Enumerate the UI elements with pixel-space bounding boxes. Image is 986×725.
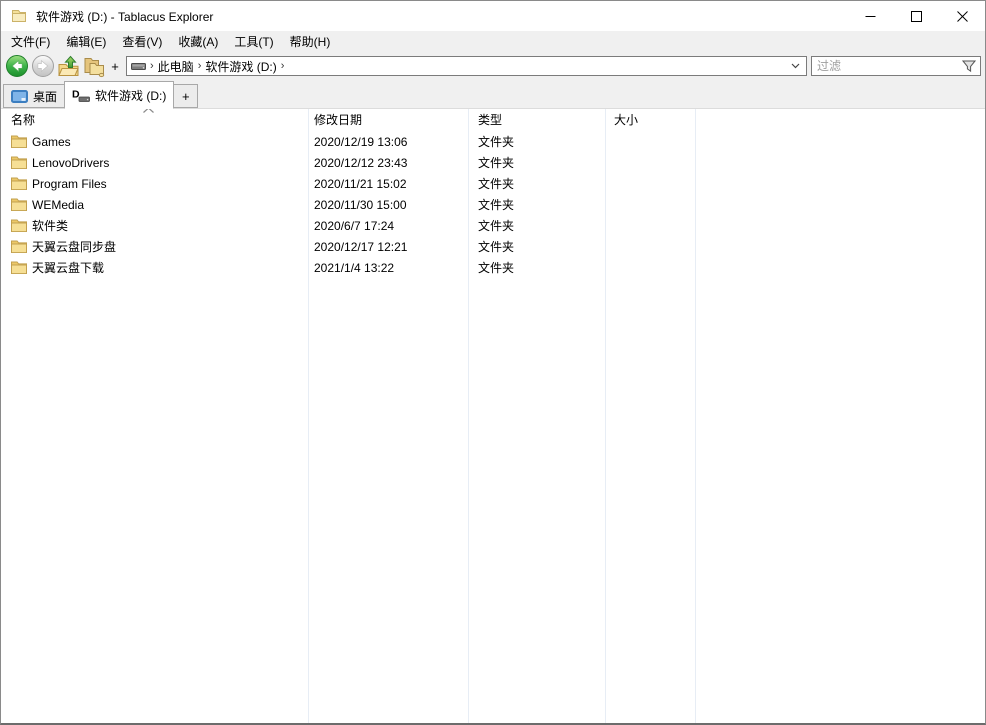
tab-drive-d[interactable]: D 软件游戏 (D:) xyxy=(64,81,174,109)
drive-icon xyxy=(131,60,146,72)
file-name: Games xyxy=(32,135,71,149)
window-title: 软件游戏 (D:) - Tablacus Explorer xyxy=(36,8,213,25)
column-header-type[interactable]: 类型 xyxy=(468,109,605,131)
table-row[interactable]: 天翼云盘同步盘 2020/12/17 12:21 文件夹 xyxy=(1,236,985,257)
name-cell: 天翼云盘下载 xyxy=(1,259,308,276)
window-controls xyxy=(847,1,985,31)
table-row[interactable]: Program Files 2020/11/21 15:02 文件夹 xyxy=(1,173,985,194)
type-cell: 文件夹 xyxy=(468,196,605,213)
name-cell: WEMedia xyxy=(1,198,308,212)
new-tab-button[interactable]: + xyxy=(173,84,198,108)
address-bar[interactable]: › 此电脑 › 软件游戏 (D:) › xyxy=(126,56,807,76)
table-row[interactable]: WEMedia 2020/11/30 15:00 文件夹 xyxy=(1,194,985,215)
folder-icon xyxy=(11,156,27,169)
column-header-modified[interactable]: 修改日期 xyxy=(308,109,468,131)
table-row[interactable]: Games 2020/12/19 13:06 文件夹 xyxy=(1,131,985,152)
minimize-button[interactable] xyxy=(847,1,893,31)
tab-desktop[interactable]: 桌面 xyxy=(3,84,65,108)
folder-pair-icon xyxy=(82,55,106,78)
back-icon xyxy=(5,54,29,78)
up-folder-button[interactable] xyxy=(57,55,80,78)
forward-button[interactable] xyxy=(31,54,55,78)
file-name: WEMedia xyxy=(32,198,84,212)
file-name: 软件类 xyxy=(32,217,68,234)
folders-button[interactable] xyxy=(82,55,106,78)
file-rows: Games 2020/12/19 13:06 文件夹 LenovoDrivers… xyxy=(1,131,985,278)
folder-icon xyxy=(11,261,27,274)
file-name: 天翼云盘下载 xyxy=(32,259,104,276)
menu-help[interactable]: 帮助(H) xyxy=(282,31,339,53)
type-cell: 文件夹 xyxy=(468,175,605,192)
menu-tools[interactable]: 工具(T) xyxy=(226,31,281,53)
folder-icon xyxy=(11,135,27,148)
menu-favorites[interactable]: 收藏(A) xyxy=(170,31,226,53)
tab-label: 桌面 xyxy=(33,88,57,105)
modified-cell: 2020/6/7 17:24 xyxy=(308,219,468,233)
close-button[interactable] xyxy=(939,1,985,31)
desktop-icon xyxy=(11,90,28,103)
forward-icon xyxy=(31,54,55,78)
drive-d-icon: D xyxy=(72,88,90,102)
filter-box xyxy=(811,56,981,76)
folder-icon xyxy=(11,177,27,190)
close-icon xyxy=(957,11,968,22)
type-cell: 文件夹 xyxy=(468,133,605,150)
breadcrumb-this-pc[interactable]: 此电脑 xyxy=(158,58,194,75)
file-name: 天翼云盘同步盘 xyxy=(32,238,116,255)
title-bar: 软件游戏 (D:) - Tablacus Explorer xyxy=(1,1,985,31)
type-cell: 文件夹 xyxy=(468,154,605,171)
sort-ascending-indicator xyxy=(142,109,155,114)
tab-bar: 桌面 D 软件游戏 (D:) + xyxy=(1,79,985,109)
name-cell: LenovoDrivers xyxy=(1,156,308,170)
app-window: 软件游戏 (D:) - Tablacus Explorer 文件(F) 编辑(E… xyxy=(0,0,986,725)
file-name: LenovoDrivers xyxy=(32,156,109,170)
modified-cell: 2020/11/21 15:02 xyxy=(308,177,468,191)
folder-icon xyxy=(11,198,27,211)
toolbar: + › 此电脑 › 软件游戏 (D:) › xyxy=(1,53,985,79)
modified-cell: 2021/1/4 13:22 xyxy=(308,261,468,275)
filter-funnel-icon[interactable] xyxy=(962,60,976,73)
breadcrumb-separator: › xyxy=(197,60,203,72)
type-cell: 文件夹 xyxy=(468,217,605,234)
maximize-icon xyxy=(911,11,922,22)
table-row[interactable]: 软件类 2020/6/7 17:24 文件夹 xyxy=(1,215,985,236)
minimize-icon xyxy=(865,11,876,22)
menu-edit[interactable]: 编辑(E) xyxy=(58,31,114,53)
file-name: Program Files xyxy=(32,177,107,191)
back-button[interactable] xyxy=(5,54,29,78)
toolbar-add-button[interactable]: + xyxy=(108,59,122,74)
breadcrumb-drive-d[interactable]: 软件游戏 (D:) xyxy=(205,58,276,75)
list-header: 名称 修改日期 类型 大小 xyxy=(1,109,985,131)
menu-file[interactable]: 文件(F) xyxy=(3,31,58,53)
breadcrumb-separator: › xyxy=(280,60,286,72)
type-cell: 文件夹 xyxy=(468,238,605,255)
name-cell: Games xyxy=(1,135,308,149)
table-row[interactable]: 天翼云盘下载 2021/1/4 13:22 文件夹 xyxy=(1,257,985,278)
folder-icon xyxy=(11,240,27,253)
name-cell: 天翼云盘同步盘 xyxy=(1,238,308,255)
menu-view[interactable]: 查看(V) xyxy=(114,31,170,53)
column-header-size[interactable]: 大小 xyxy=(605,109,695,131)
name-cell: 软件类 xyxy=(1,217,308,234)
breadcrumb-separator: › xyxy=(149,60,155,72)
folder-up-icon xyxy=(57,55,80,78)
modified-cell: 2020/12/19 13:06 xyxy=(308,135,468,149)
address-dropdown-button[interactable] xyxy=(791,63,802,69)
menu-bar: 文件(F) 编辑(E) 查看(V) 收藏(A) 工具(T) 帮助(H) xyxy=(1,31,985,53)
modified-cell: 2020/11/30 15:00 xyxy=(308,198,468,212)
maximize-button[interactable] xyxy=(893,1,939,31)
table-row[interactable]: LenovoDrivers 2020/12/12 23:43 文件夹 xyxy=(1,152,985,173)
folder-icon xyxy=(11,219,27,232)
tab-label: 软件游戏 (D:) xyxy=(95,87,166,104)
modified-cell: 2020/12/17 12:21 xyxy=(308,240,468,254)
name-cell: Program Files xyxy=(1,177,308,191)
file-list-panel: 名称 修改日期 类型 大小 Games 2020/12/19 13:06 文件夹… xyxy=(1,109,985,723)
filter-input[interactable] xyxy=(812,57,980,75)
chevron-down-icon xyxy=(791,63,800,69)
modified-cell: 2020/12/12 23:43 xyxy=(308,156,468,170)
type-cell: 文件夹 xyxy=(468,259,605,276)
app-folder-icon xyxy=(11,8,27,24)
